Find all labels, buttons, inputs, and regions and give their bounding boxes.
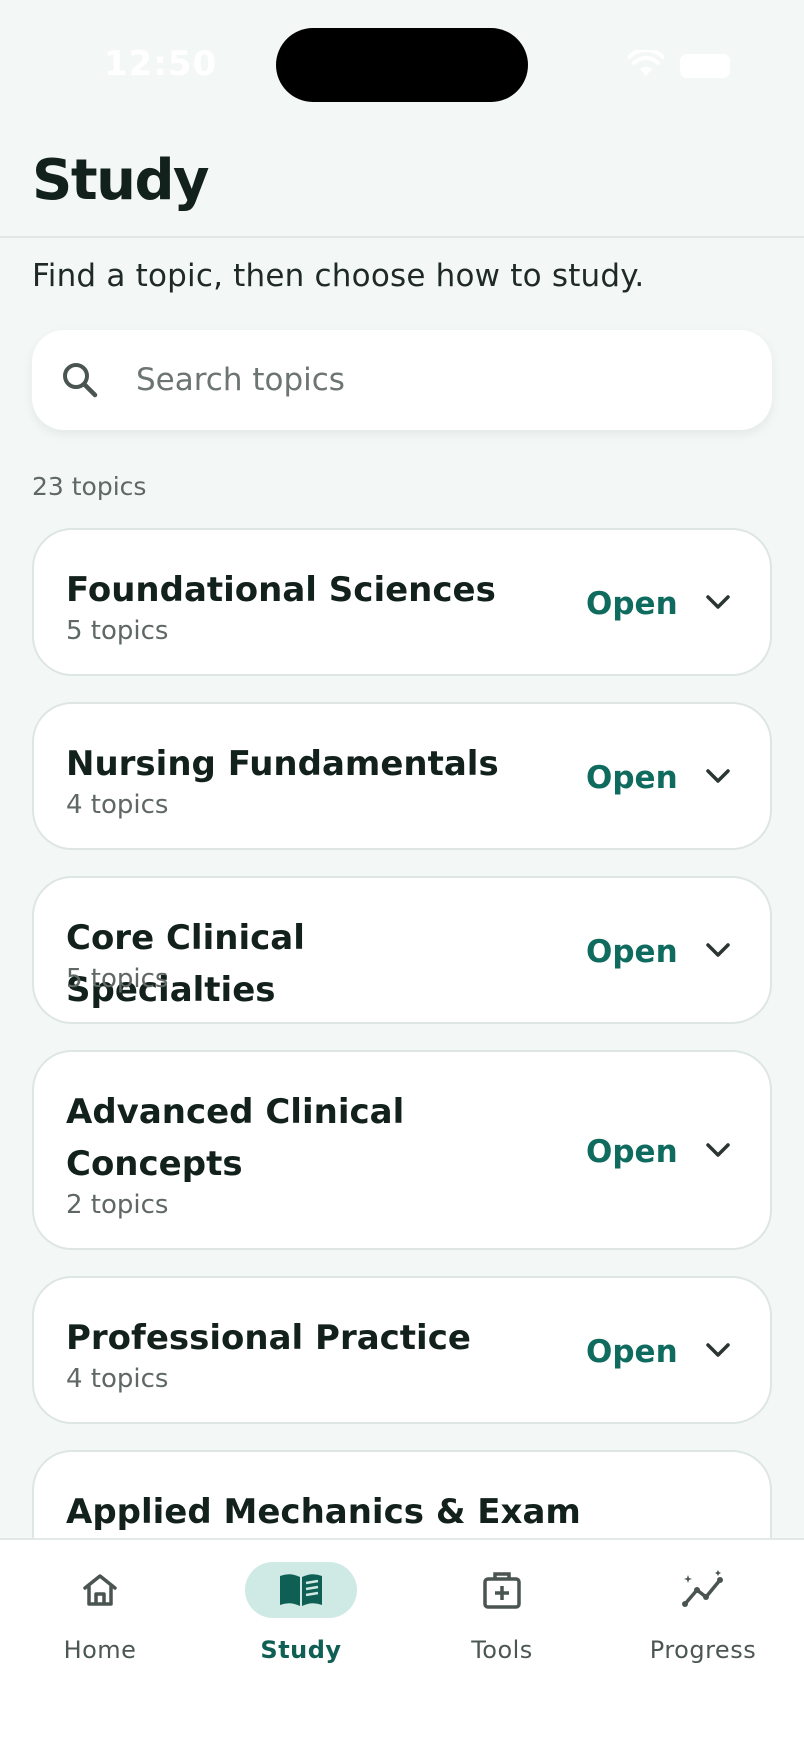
tab-study[interactable]: Study [211, 1562, 391, 1672]
page-title: Study [32, 148, 210, 213]
chevron-down-icon[interactable] [702, 1338, 734, 1362]
search-box[interactable] [32, 330, 772, 430]
open-button[interactable]: Open [586, 1134, 678, 1170]
tab-home[interactable]: Home [10, 1562, 190, 1672]
open-button[interactable]: Open [586, 760, 678, 796]
home-icon [83, 1574, 117, 1606]
topic-count: 23 topics [32, 472, 147, 501]
wifi-icon [628, 50, 664, 76]
page-subtitle: Find a topic, then choose how to study. [32, 258, 645, 294]
category-topic-count: 2 topics [66, 1190, 169, 1220]
search-icon [63, 363, 98, 398]
chevron-down-icon[interactable] [702, 1138, 734, 1162]
battery-icon [680, 54, 730, 78]
header-divider [0, 236, 804, 238]
tab-progress[interactable]: Progress [613, 1562, 793, 1672]
category-topic-count: 5 topics [66, 964, 169, 994]
dynamic-island [276, 28, 528, 102]
category-card-core-clinical-specialties[interactable]: Core Clinical Specialties 5 topics Open [32, 876, 772, 1024]
category-card-advanced-clinical-concepts[interactable]: Advanced Clinical Concepts 2 topics Open [32, 1050, 772, 1250]
category-topic-count: 5 topics [66, 616, 169, 646]
category-topic-count: 4 topics [66, 790, 169, 820]
category-title: Applied Mechanics & Exam [66, 1492, 581, 1532]
chevron-down-icon[interactable] [702, 764, 734, 788]
category-title: Professional Practice [66, 1318, 471, 1358]
category-card-professional-practice[interactable]: Professional Practice 4 topics Open [32, 1276, 772, 1424]
progress-chart-icon [682, 1570, 723, 1607]
tab-bar: Home Study Tools Progress [0, 1538, 804, 1748]
category-title: Nursing Fundamentals [66, 744, 499, 784]
tab-label: Tools [471, 1636, 533, 1664]
category-card-foundational-sciences[interactable]: Foundational Sciences 5 topics Open [32, 528, 772, 676]
open-button[interactable]: Open [586, 586, 678, 622]
open-button[interactable]: Open [586, 934, 678, 970]
status-time: 12:50 [104, 44, 218, 84]
chevron-down-icon[interactable] [702, 590, 734, 614]
category-title: Foundational Sciences [66, 570, 496, 610]
category-card-nursing-fundamentals[interactable]: Nursing Fundamentals 4 topics Open [32, 702, 772, 850]
book-icon [280, 1574, 322, 1606]
open-button[interactable]: Open [586, 1334, 678, 1370]
tab-label: Progress [649, 1636, 757, 1664]
tab-label: Study [260, 1636, 342, 1664]
category-topic-count: 4 topics [66, 1364, 169, 1394]
category-title: Advanced Clinical Concepts [66, 1092, 405, 1184]
medical-kit-icon [483, 1572, 521, 1609]
chevron-down-icon[interactable] [702, 938, 734, 962]
search-input[interactable] [136, 330, 736, 430]
status-bar: 12:50 [0, 0, 804, 130]
tab-tools[interactable]: Tools [412, 1562, 592, 1672]
tab-label: Home [63, 1636, 137, 1664]
